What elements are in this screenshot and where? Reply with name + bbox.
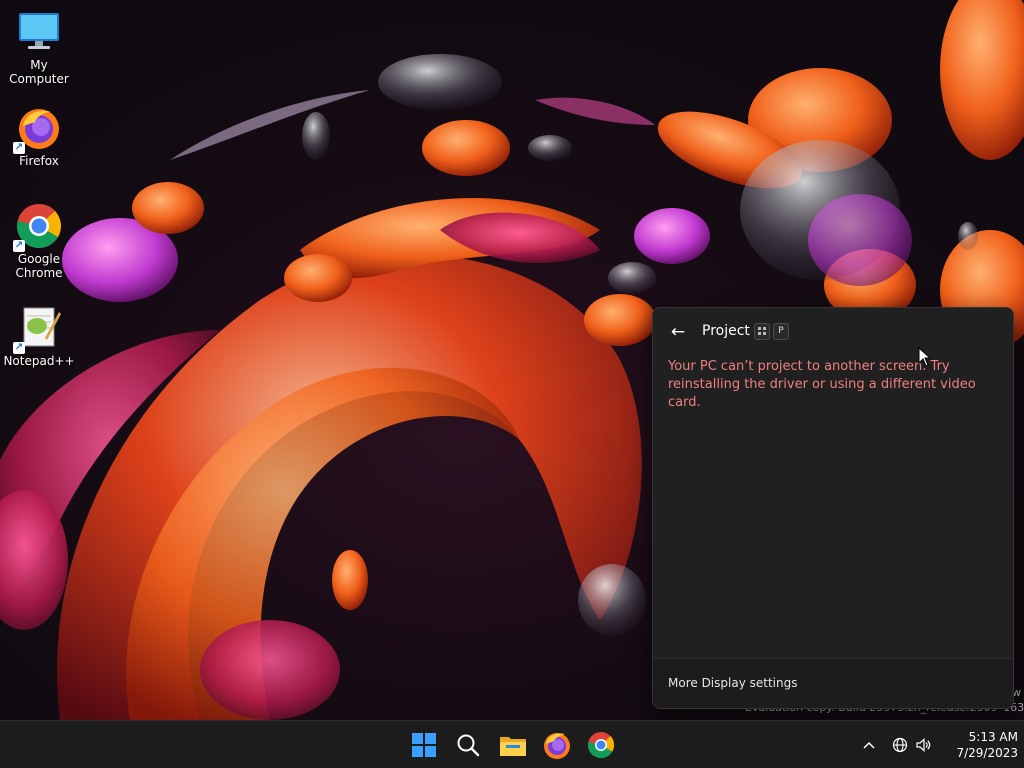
flyout-header: ← Project P [653, 308, 1013, 356]
taskbar: 5:13 AM 7/29/2023 [0, 720, 1024, 768]
start-icon [412, 733, 436, 757]
desktop-icon-label: Google Chrome [15, 252, 63, 280]
shortcut-key-p: P [773, 323, 789, 340]
volume-icon [916, 738, 931, 752]
flyout-footer: More Display settings [653, 658, 1013, 708]
desktop-icon-label: My Computer [9, 58, 69, 86]
chevron-up-icon [863, 741, 875, 749]
windows-key-icon [754, 323, 770, 340]
clock-time: 5:13 AM [968, 730, 1018, 744]
file-explorer-icon [500, 737, 526, 756]
shortcut-arrow-icon: ↗ [13, 142, 25, 154]
start-button[interactable] [408, 729, 440, 761]
chrome-icon: ↗ [13, 202, 63, 252]
file-explorer-button[interactable] [497, 729, 529, 761]
shortcut-arrow-icon: ↗ [13, 342, 25, 354]
desktop-icon-label: Firefox [19, 154, 59, 168]
search-button[interactable] [452, 729, 484, 761]
taskbar-chrome-button[interactable] [585, 729, 617, 761]
project-flyout: ← Project P Your PC can’t project to ano… [652, 307, 1014, 709]
back-arrow-icon[interactable]: ← [667, 321, 689, 343]
clock-date: 7/29/2023 [956, 746, 1018, 760]
desktop-icon-firefox[interactable]: ↗ Firefox [0, 104, 78, 168]
taskbar-clock[interactable]: 5:13 AM 7/29/2023 [944, 729, 1018, 761]
desktop-icon-google-chrome[interactable]: ↗ Google Chrome [0, 202, 78, 280]
projection-error-message: Your PC can’t project to another screen.… [668, 359, 976, 410]
firefox-icon: ↗ [13, 104, 63, 154]
notepadpp-icon: ↗ [13, 304, 63, 354]
shortcut-arrow-icon: ↗ [13, 240, 25, 252]
desktop-icon-notepadpp[interactable]: ↗ Notepad++ [0, 304, 78, 368]
network-icon [892, 737, 908, 753]
taskbar-firefox-button[interactable] [541, 729, 573, 761]
desktop-icon-label: Notepad++ [3, 354, 75, 368]
search-icon [457, 734, 480, 757]
desktop-icon-my-computer[interactable]: My Computer [0, 8, 78, 86]
flyout-title: Project [702, 323, 750, 339]
monitor-icon [15, 8, 63, 56]
firefox-icon [544, 733, 570, 759]
more-display-settings-link[interactable]: More Display settings [668, 676, 797, 690]
chrome-icon [587, 732, 615, 759]
show-hidden-icons-chevron[interactable] [859, 733, 879, 757]
mouse-cursor-icon [918, 347, 932, 367]
quick-settings-button[interactable] [886, 729, 938, 761]
